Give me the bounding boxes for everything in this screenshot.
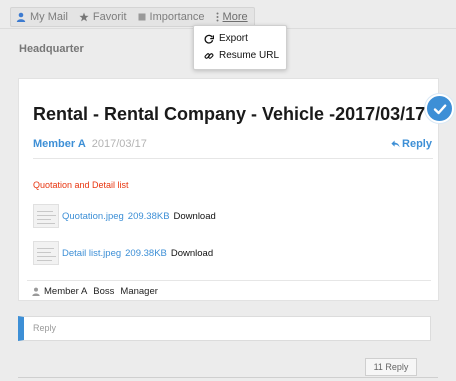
recipient-name: Member A [44, 286, 88, 297]
author-name[interactable]: Member A [33, 138, 86, 150]
reply-label: Reply [402, 138, 432, 150]
attachment-name[interactable]: Detail list.jpeg [62, 248, 121, 259]
attachment-row: Detail list.jpeg 209.38KB Download [33, 240, 213, 266]
tab-label: Favorit [92, 11, 127, 23]
square-icon [138, 13, 146, 21]
message-title: Rental - Rental Company - Vehicle -2017/… [33, 104, 426, 124]
attachment-size: 209.38KB [125, 247, 167, 259]
tab-importance[interactable]: Importance [138, 11, 205, 23]
more-dropdown: Export Resume URL [193, 25, 287, 70]
bottom-divider [18, 377, 438, 378]
check-button[interactable] [425, 94, 454, 123]
message-date: 2017/03/17 [91, 138, 147, 150]
dots-icon [216, 12, 219, 22]
reply-button[interactable]: Reply [391, 138, 432, 150]
reply-input[interactable] [33, 317, 430, 339]
recipient-list: Member A Boss Manager [32, 286, 164, 297]
folder-title: Headquarter [19, 43, 84, 55]
tab-label: More [222, 11, 248, 23]
recipient-name: Boss [93, 286, 115, 297]
tab-label: My Mail [30, 11, 68, 23]
menu-item-label: Resume URL [219, 50, 280, 61]
download-link[interactable]: Download [171, 248, 213, 259]
menu-item-resume-url[interactable]: Resume URL [194, 47, 286, 64]
menu-item-label: Export [219, 33, 248, 44]
check-icon [433, 103, 446, 114]
reply-icon [391, 140, 400, 148]
quotation-title: Quotation and Detail list [33, 180, 129, 190]
attachment-row: Quotation.jpeg 209.38KB Download [33, 203, 216, 229]
tab-more[interactable]: More [216, 11, 248, 23]
star-icon [79, 12, 89, 22]
link-icon [204, 52, 214, 59]
footer-divider [27, 280, 431, 281]
attachment-size: 209.38KB [127, 210, 170, 222]
attachment-name[interactable]: Quotation.jpeg [62, 211, 124, 222]
recipient-name: Manager [120, 286, 158, 297]
menu-item-export[interactable]: Export [194, 30, 286, 47]
export-icon [204, 34, 214, 44]
attachment-thumbnail[interactable] [33, 241, 59, 265]
reply-input-box [18, 316, 431, 341]
header-divider [33, 158, 433, 159]
tab-label: Importance [149, 11, 205, 23]
user-icon [32, 287, 40, 296]
mail-tabs: My Mail Favorit Importance More [10, 7, 255, 27]
tab-my-mail[interactable]: My Mail [16, 11, 68, 23]
tab-favorit[interactable]: Favorit [79, 11, 127, 23]
user-icon [16, 12, 26, 22]
download-link[interactable]: Download [174, 211, 216, 222]
reply-count-button[interactable]: 11 Reply [365, 358, 417, 376]
message-header: Member A 2017/03/17 Reply [33, 138, 432, 150]
attachment-thumbnail[interactable] [33, 204, 59, 228]
